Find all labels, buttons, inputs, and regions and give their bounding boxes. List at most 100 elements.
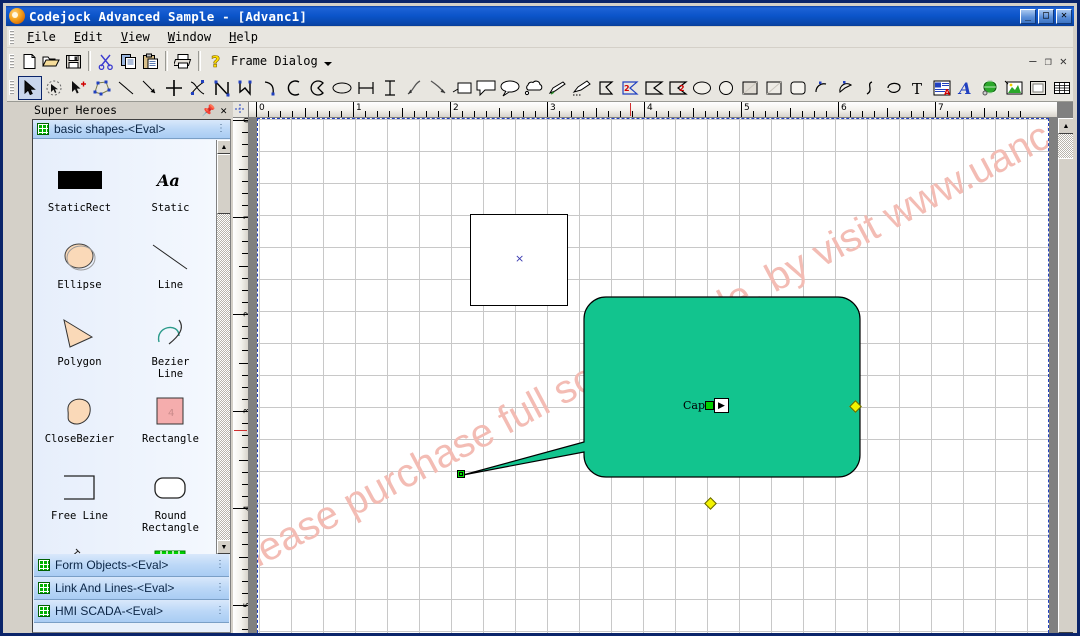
close-icon[interactable]: ✕ xyxy=(220,104,227,117)
palette-item-bezier-line[interactable]: Bezier Line xyxy=(125,314,216,389)
mdi-close-button[interactable]: ✕ xyxy=(1060,54,1067,68)
brush-icon[interactable] xyxy=(570,76,594,100)
print-icon[interactable] xyxy=(172,50,194,72)
text-format-icon[interactable]: A xyxy=(930,76,954,100)
pointer-add-icon[interactable] xyxy=(66,76,90,100)
round-rect-icon[interactable] xyxy=(810,76,834,100)
text-tool-icon[interactable]: T xyxy=(906,76,930,100)
pencil-icon[interactable] xyxy=(546,76,570,100)
new-document-icon[interactable] xyxy=(18,50,40,72)
palette-item-grid[interactable]: Grid xyxy=(125,545,216,554)
palette-item-round-rectangle[interactable]: Round Rectangle xyxy=(125,468,216,543)
tail-handle[interactable] xyxy=(457,470,465,478)
caption-inline-handle[interactable] xyxy=(705,401,714,410)
callout-oval-icon[interactable] xyxy=(498,76,522,100)
palette-scroll-up-button[interactable]: ▲ xyxy=(217,140,230,154)
paste-clipboard-icon[interactable] xyxy=(139,50,161,72)
callout-cloud-icon[interactable] xyxy=(522,76,546,100)
minimize-button[interactable]: _ xyxy=(1020,8,1036,24)
dimension-icon[interactable] xyxy=(354,76,378,100)
crosshair-icon[interactable] xyxy=(162,76,186,100)
pointer-select-icon[interactable] xyxy=(18,75,42,100)
grip-dots-icon[interactable]: ⋮ xyxy=(215,606,229,616)
grip-dots-icon[interactable]: ⋮ xyxy=(215,560,229,570)
palette-item-static[interactable]: Aa Static xyxy=(125,160,216,235)
rect-gradient-icon[interactable] xyxy=(762,76,786,100)
palette-item-ellipse[interactable]: Ellipse xyxy=(34,237,125,312)
palette-item-polygon[interactable]: Polygon xyxy=(34,314,125,389)
palette-scrollbar[interactable]: ▲ ▼ xyxy=(216,140,230,554)
globe-icon[interactable] xyxy=(978,76,1002,100)
palette-group-link-and-lines[interactable]: Link And Lines-<Eval> ⋮ xyxy=(34,577,229,600)
dimension-vertical-icon[interactable] xyxy=(378,76,402,100)
polyline-icon[interactable] xyxy=(210,76,234,100)
menu-item-window[interactable]: Window xyxy=(159,28,220,46)
polygon-edit-icon[interactable] xyxy=(234,76,258,100)
pie-icon[interactable] xyxy=(306,76,330,100)
circle-icon[interactable] xyxy=(714,76,738,100)
palette-scroll-thumb[interactable] xyxy=(217,154,230,214)
trapezoid-icon[interactable] xyxy=(642,76,666,100)
palette-group-header-basic-shapes[interactable]: basic shapes-<Eval> ⋮ xyxy=(33,120,230,139)
palette-group-hmi-scada[interactable]: HMI SCADA-<Eval> ⋮ xyxy=(34,600,229,623)
canvas-scroll-up-button[interactable]: ▲ xyxy=(1058,118,1073,134)
frame-dialog-combo[interactable]: Frame Dialog xyxy=(227,54,318,68)
close-button[interactable]: ✕ xyxy=(1056,8,1072,24)
drawing-toolbar-grip[interactable] xyxy=(9,80,14,95)
palette-item-line[interactable]: Line xyxy=(125,237,216,312)
arc-icon[interactable] xyxy=(258,76,282,100)
palette-item-rectangle[interactable]: 4 Rectangle xyxy=(125,391,216,466)
grip-dots-icon[interactable]: ⋮ xyxy=(216,124,230,134)
ellipse-icon[interactable] xyxy=(690,76,714,100)
palette-item-closebezier[interactable]: CloseBezier xyxy=(34,391,125,466)
polygon-outline-icon[interactable] xyxy=(594,76,618,100)
palette-item-free-line[interactable]: Free Line xyxy=(34,468,125,543)
curve-point-icon[interactable] xyxy=(186,76,210,100)
arc-open-icon[interactable] xyxy=(282,76,306,100)
menu-item-file[interactable]: File xyxy=(18,28,65,46)
toolbar-grip[interactable] xyxy=(9,53,14,69)
text-style-icon[interactable]: A xyxy=(954,76,978,100)
vertical-ruler[interactable]: 012345 xyxy=(233,118,249,633)
grip-dots-icon[interactable]: ⋮ xyxy=(215,583,229,593)
node-edit-icon[interactable] xyxy=(90,76,114,100)
palette-item-dimension[interactable]: Dimension xyxy=(34,545,125,554)
mdi-restore-button[interactable]: ❐ xyxy=(1045,54,1052,68)
horizontal-ruler[interactable]: 0 1 2 3 4 5 6 7 xyxy=(249,102,1057,118)
callout-balloon-shape[interactable] xyxy=(458,287,1049,507)
cut-scissors-icon[interactable] xyxy=(95,50,117,72)
maximize-button[interactable]: □ xyxy=(1038,8,1054,24)
palette-scroll-down-button[interactable]: ▼ xyxy=(217,540,230,554)
polygon-z-icon[interactable]: 2 xyxy=(618,76,642,100)
caption-dropdown-button[interactable]: ▶ xyxy=(714,398,729,413)
canvas-vertical-scrollbar[interactable]: ▲ xyxy=(1057,118,1073,633)
delete-x-icon[interactable] xyxy=(1074,76,1080,100)
connector-arrow-icon[interactable] xyxy=(426,76,450,100)
drawing-page[interactable]: Please purchase full source code, by vis… xyxy=(257,118,1049,633)
open-folder-icon[interactable] xyxy=(40,50,62,72)
copy-icon[interactable] xyxy=(117,50,139,72)
rect-plain-icon[interactable] xyxy=(786,76,810,100)
table-grid-icon[interactable] xyxy=(1050,76,1074,100)
lasso-select-icon[interactable] xyxy=(42,76,66,100)
ellipse-filled-icon[interactable] xyxy=(330,76,354,100)
palette-group-form-objects[interactable]: Form Objects-<Eval> ⋮ xyxy=(34,554,229,577)
frame-icon[interactable] xyxy=(1026,76,1050,100)
rect-shade-icon[interactable] xyxy=(738,76,762,100)
save-disk-icon[interactable] xyxy=(62,50,84,72)
arrow-line-icon[interactable] xyxy=(138,76,162,100)
chevron-down-icon[interactable] xyxy=(323,62,332,66)
line-icon[interactable] xyxy=(114,76,138,100)
connector-elbow-icon[interactable] xyxy=(402,76,426,100)
menu-item-view[interactable]: View xyxy=(112,28,159,46)
callout-balloon-icon[interactable] xyxy=(474,76,498,100)
help-question-icon[interactable]: ? xyxy=(205,50,227,72)
free-curve-icon[interactable] xyxy=(882,76,906,100)
mdi-minimize-button[interactable]: – xyxy=(1029,54,1036,68)
arc-node-icon[interactable] xyxy=(834,76,858,100)
trapezoid-2-icon[interactable]: 2 xyxy=(666,76,690,100)
picture-icon[interactable] xyxy=(1002,76,1026,100)
canvas-scroll-thumb[interactable] xyxy=(1058,158,1073,633)
callout-rect-icon[interactable] xyxy=(450,76,474,100)
menu-item-edit[interactable]: Edit xyxy=(65,28,112,46)
